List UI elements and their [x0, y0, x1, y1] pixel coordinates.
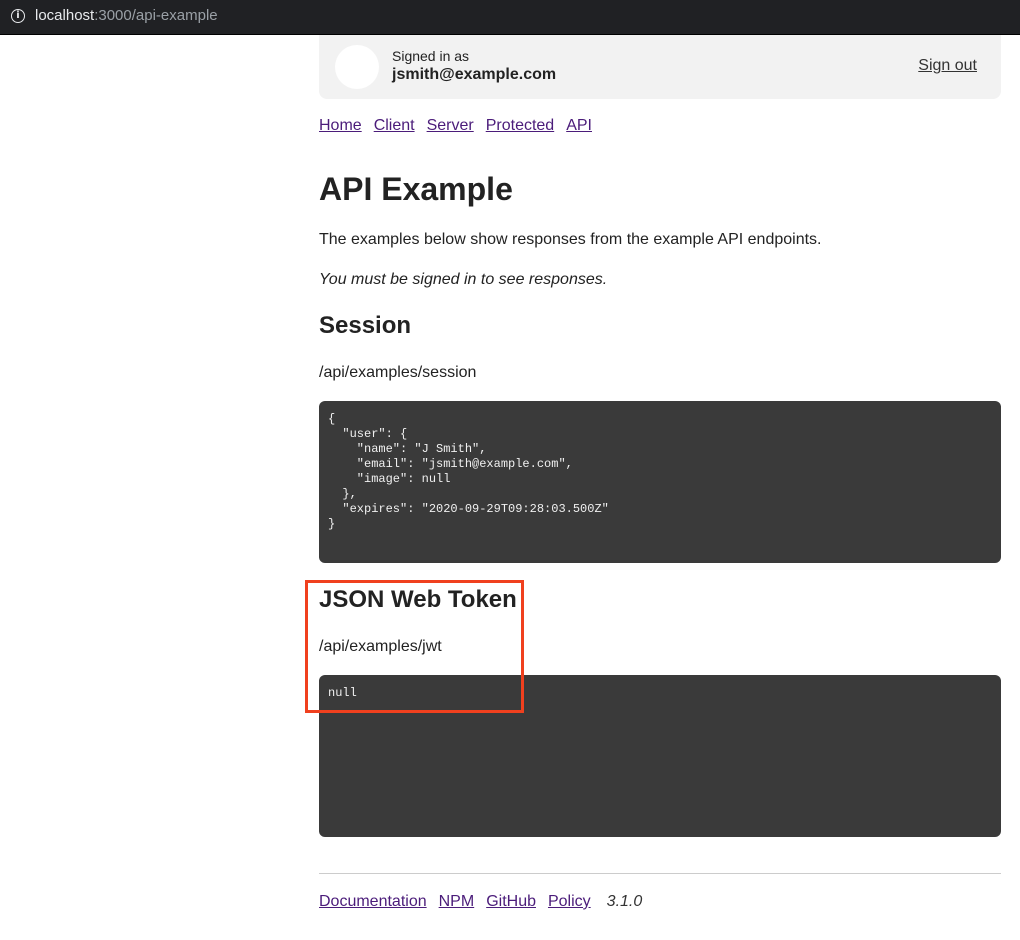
signed-in-email: jsmith@example.com: [392, 66, 557, 83]
session-heading: Session: [319, 312, 412, 339]
info-icon[interactable]: i: [11, 9, 25, 23]
footer-divider: [319, 873, 1001, 874]
session-endpoint: /api/examples/session: [319, 364, 477, 381]
highlight-annotation-box: [305, 580, 524, 713]
avatar: [335, 45, 379, 89]
sign-out-link[interactable]: Sign out: [918, 57, 977, 75]
footer-link-policy[interactable]: Policy: [548, 893, 591, 910]
session-response-code: { "user": { "name": "J Smith", "email": …: [319, 401, 1001, 563]
url-host: localhost: [35, 7, 95, 24]
signed-in-header: Signed in as jsmith@example.com Sign out: [319, 35, 1001, 99]
nav-link-server[interactable]: Server: [427, 117, 474, 134]
nav-link-protected[interactable]: Protected: [486, 117, 554, 134]
footer-link-npm[interactable]: NPM: [439, 893, 475, 910]
url-text[interactable]: localhost:3000/api-example: [35, 7, 218, 24]
main-nav: Home Client Server Protected API: [319, 117, 604, 135]
nav-link-api[interactable]: API: [566, 117, 592, 134]
footer: Documentation NPM GitHub Policy 3.1.0: [319, 893, 642, 911]
footer-link-documentation[interactable]: Documentation: [319, 893, 427, 910]
version-label: 3.1.0: [606, 893, 643, 910]
page-content: Signed in as jsmith@example.com Sign out…: [319, 35, 1001, 910]
browser-address-bar[interactable]: i localhost:3000/api-example: [0, 0, 1020, 35]
page-title: API Example: [319, 171, 513, 207]
signed-in-label: Signed in as: [392, 48, 470, 64]
footer-link-github[interactable]: GitHub: [486, 893, 536, 910]
nav-link-client[interactable]: Client: [374, 117, 415, 134]
url-path: :3000/api-example: [94, 7, 218, 24]
nav-link-home[interactable]: Home: [319, 117, 362, 134]
intro-text: The examples below show responses from t…: [319, 231, 822, 248]
signin-notice: You must be signed in to see responses.: [319, 271, 608, 288]
